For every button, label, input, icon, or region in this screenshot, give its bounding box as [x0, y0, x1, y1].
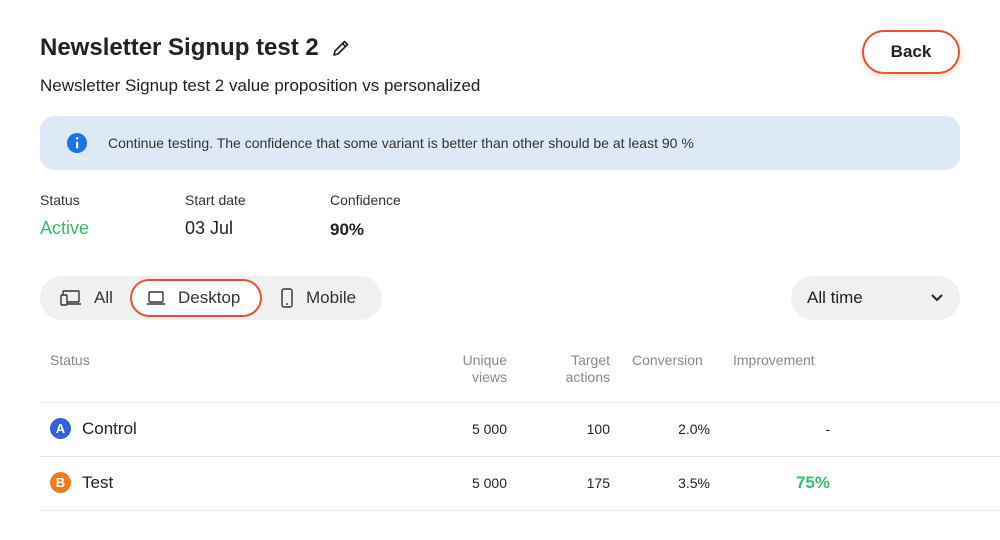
chevron-down-icon — [931, 294, 943, 302]
device-filter-mobile-label: Mobile — [306, 288, 357, 307]
device-filter-mobile[interactable]: Mobile — [266, 279, 370, 317]
header-unique-views-line2: views — [471, 369, 507, 385]
conversion-cell: 3.5% — [678, 475, 710, 491]
device-filter-desktop-label: Desktop — [178, 288, 241, 307]
status-label: Status — [40, 192, 80, 208]
target-actions-cell: 175 — [586, 475, 610, 491]
header-target-actions: Target actions — [566, 352, 610, 386]
time-range-select[interactable]: All time — [791, 276, 960, 320]
variant-cell: B Test — [50, 472, 113, 493]
improvement-cell: - — [825, 421, 830, 437]
start-date-label: Start date — [185, 192, 246, 208]
confidence-label: Confidence — [330, 192, 401, 208]
laptop-icon — [147, 291, 165, 305]
status-value: Active — [40, 218, 90, 238]
header-conversion: Conversion — [632, 352, 703, 368]
header-target-actions-line1: Target — [571, 352, 610, 368]
results-table: Status Unique views Target actions Conve… — [40, 344, 1000, 511]
header-improvement: Improvement — [733, 352, 815, 368]
device-filter-desktop[interactable]: Desktop — [130, 279, 262, 317]
pencil-icon[interactable] — [331, 38, 351, 58]
confidence-stat: Confidence 90% — [330, 192, 401, 240]
confidence-value: 90% — [330, 220, 365, 239]
page-title: Newsletter Signup test 2 — [40, 34, 319, 61]
header-target-actions-line2: actions — [565, 369, 610, 385]
table-row: A Control 5 000 100 2.0% - — [40, 403, 1000, 457]
back-button[interactable]: Back — [862, 30, 960, 74]
device-filter-all[interactable]: All — [44, 279, 130, 317]
conversion-cell: 2.0% — [678, 421, 710, 437]
title-row: Newsletter Signup test 2 — [40, 34, 351, 62]
phone-icon — [281, 288, 293, 308]
time-range-value: All time — [807, 288, 863, 307]
info-icon — [66, 132, 88, 154]
start-date-value: 03 Jul — [185, 218, 234, 238]
status-stat: Status Active — [40, 192, 89, 239]
variant-badge: B — [50, 472, 71, 493]
header-unique-views: Unique views — [463, 352, 507, 386]
devices-icon — [60, 290, 81, 306]
header-status: Status — [50, 352, 90, 368]
device-filter-all-label: All — [94, 288, 113, 307]
page-subtitle: Newsletter Signup test 2 value propositi… — [40, 76, 481, 95]
variant-cell: A Control — [50, 418, 137, 439]
unique-views-cell: 5 000 — [471, 421, 507, 437]
device-filter: All Desktop Mobile — [40, 276, 382, 320]
variant-name: Test — [82, 472, 114, 492]
table-row: B Test 5 000 175 3.5% 75% — [40, 457, 1000, 511]
improvement-cell: 75% — [795, 473, 830, 492]
variant-name: Control — [82, 418, 137, 438]
info-alert: Continue testing. The confidence that so… — [40, 116, 960, 170]
start-date-stat: Start date 03 Jul — [185, 192, 246, 239]
variant-badge: A — [50, 418, 71, 439]
header-unique-views-line1: Unique — [462, 352, 507, 368]
table-header: Status Unique views Target actions Conve… — [40, 344, 1000, 403]
unique-views-cell: 5 000 — [471, 475, 507, 491]
target-actions-cell: 100 — [586, 421, 610, 437]
alert-text: Continue testing. The confidence that so… — [108, 135, 694, 151]
